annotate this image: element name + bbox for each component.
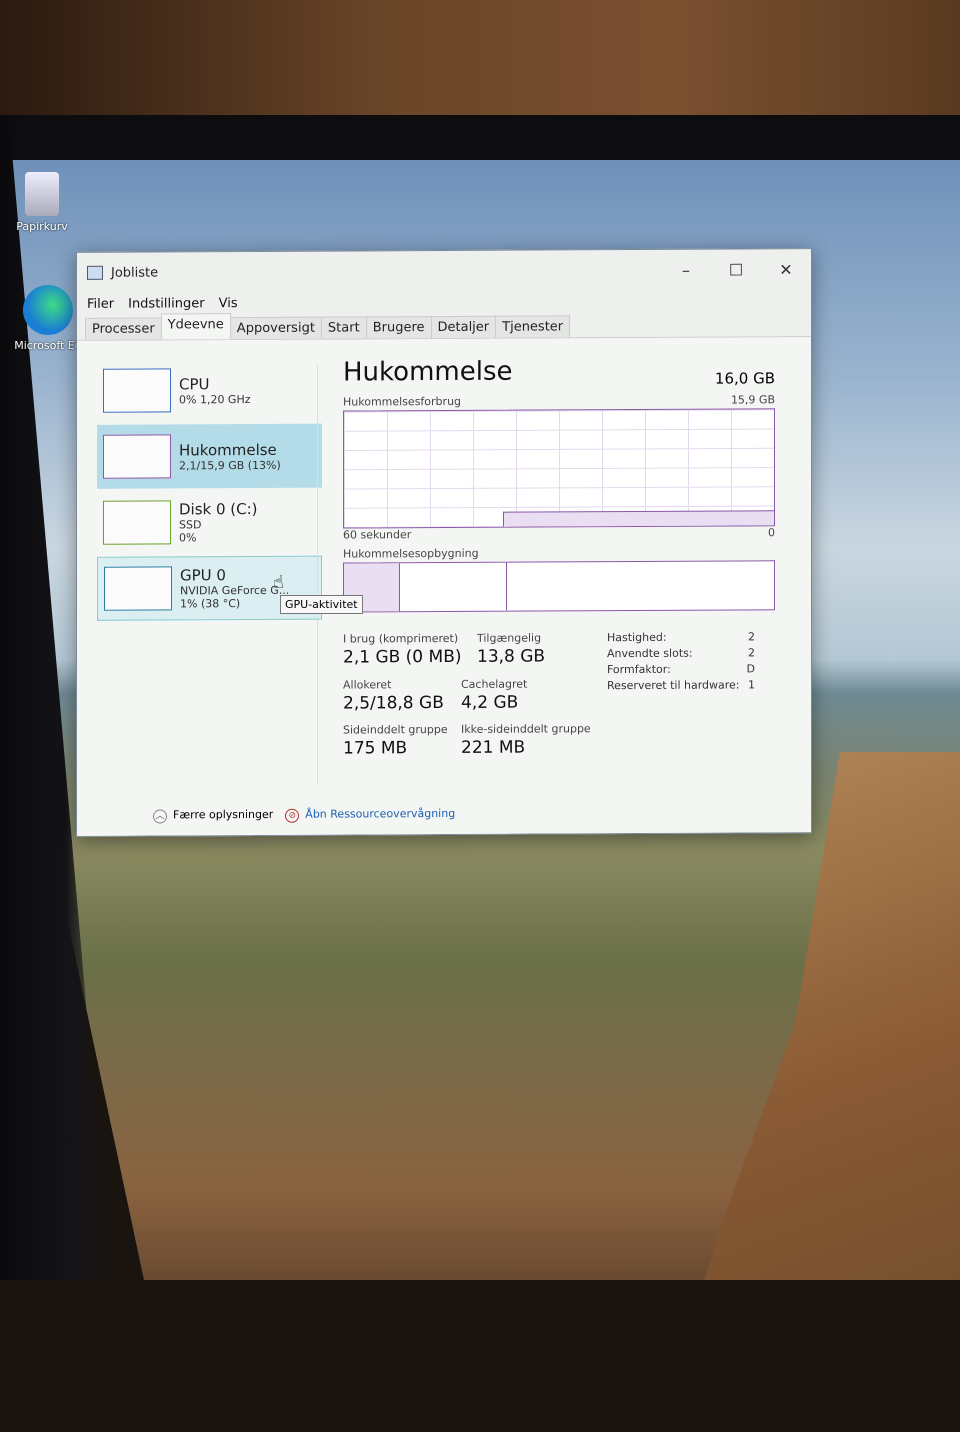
- desktop-icon-label: Papirkurv: [16, 220, 68, 233]
- window-title: Jobliste: [111, 264, 159, 281]
- desktop-icon-edge[interactable]: Microsoft Ed: [10, 285, 86, 352]
- menu-vis[interactable]: Vis: [219, 296, 238, 311]
- task-manager-window: Jobliste – ☐ ✕ Filer Indstillinger Vis Pro…: [76, 248, 812, 837]
- sidebar-item-disk[interactable]: Disk 0 (C:) SSD 0%: [97, 490, 322, 555]
- memory-total: 16,0 GB: [714, 369, 775, 388]
- fewer-details-button[interactable]: ︿ Færre oplysninger: [153, 808, 273, 824]
- desktop-icon-recycle-bin[interactable]: Papirkurv: [10, 172, 74, 233]
- memory-usage-fill: [503, 510, 774, 527]
- hand-cursor-icon: ☝: [273, 572, 284, 593]
- tab-bar: Processer Ydeevne Appoversigt Start Brug…: [77, 311, 811, 341]
- stat-value: 2,1 GB (0 MB): [343, 646, 462, 668]
- sidebar-item-title: CPU: [179, 374, 210, 393]
- tab-brugere[interactable]: Brugere: [365, 316, 432, 339]
- edge-icon: [23, 285, 73, 335]
- menu-indstillinger[interactable]: Indstillinger: [128, 296, 204, 311]
- stat-value: 13,8 GB: [477, 646, 546, 667]
- info-value: 2: [748, 646, 755, 660]
- tab-start[interactable]: Start: [320, 316, 367, 339]
- memory-composition-bar: [343, 560, 775, 613]
- time-axis-label: 60 sekunder: [343, 528, 412, 542]
- stat-value: 175 MB: [343, 738, 408, 759]
- info-value: 2: [748, 630, 755, 644]
- resource-sidebar: CPU 0% 1,20 GHz Hukommelse 2,1/15,9 GB (13…: [97, 358, 322, 623]
- composition-label: Hukommelsesopbygning: [343, 546, 479, 561]
- composition-free: [507, 561, 774, 610]
- title-bar: Jobliste – ☐ ✕: [77, 249, 811, 293]
- usage-graph-label: Hukommelsesforbrug: [343, 394, 462, 409]
- disk-thumbnail-graph: [103, 500, 171, 545]
- info-key: Hastighed:: [607, 630, 667, 645]
- performance-panel: CPU 0% 1,20 GHz Hukommelse 2,1/15,9 GB (13…: [77, 337, 811, 836]
- tab-ydeevne[interactable]: Ydeevne: [160, 313, 231, 340]
- stat-label: Cachelagret: [461, 677, 528, 691]
- fewer-details-label: Færre oplysninger: [173, 807, 274, 822]
- stat-value: 2,5/18,8 GB: [343, 693, 444, 714]
- composition-cached: [399, 562, 508, 612]
- task-manager-icon: [87, 265, 103, 280]
- monitor-bezel: [0, 115, 960, 160]
- wall-background: [0, 0, 960, 125]
- footer: ︿ Færre oplysninger ⊘ Åbn Ressourceovervåg…: [153, 807, 455, 824]
- menu-filer[interactable]: Filer: [87, 296, 114, 311]
- info-value: 1: [748, 678, 755, 692]
- sidebar-item-sub: SSD: [179, 518, 202, 532]
- stat-label: I brug (komprimeret): [343, 631, 459, 646]
- stat-label: Allokeret: [343, 678, 392, 692]
- memory-detail: Hukommelse 16,0 GB Hukommelsesforbrug 15,…: [343, 355, 775, 772]
- sidebar-item-sub2: 1% (38 °C): [180, 597, 241, 611]
- chevron-up-icon: ︿: [153, 809, 167, 824]
- wallpaper-cliff: [660, 752, 960, 1280]
- recycle-bin-icon: [25, 172, 59, 216]
- info-value: D: [746, 662, 755, 676]
- usage-graph-max: 15,9 GB: [730, 393, 775, 407]
- sidebar-item-title: Hukommelse: [179, 440, 277, 459]
- panel-divider: [317, 364, 318, 785]
- resource-monitor-label: Åbn Ressourceovervågning: [305, 806, 456, 821]
- info-key: Anvendte slots:: [607, 646, 693, 661]
- close-button[interactable]: ✕: [761, 260, 811, 279]
- tab-appoversigt[interactable]: Appoversigt: [229, 316, 322, 340]
- memory-stats: I brug (komprimeret) 2,1 GB (0 MB) Tilgæn…: [343, 630, 775, 772]
- open-resource-monitor-link[interactable]: ⊘ Åbn Ressourceovervågning: [285, 807, 455, 823]
- sidebar-item-title: Disk 0 (C:): [179, 499, 258, 519]
- memory-usage-graph: [343, 408, 775, 529]
- gpu-thumbnail-graph: [104, 566, 172, 611]
- sidebar-item-sub2: 0%: [179, 531, 197, 545]
- sidebar-item-cpu[interactable]: CPU 0% 1,20 GHz: [97, 358, 322, 423]
- cpu-thumbnail-graph: [103, 368, 171, 413]
- memory-hardware-info: Hastighed: 2 Anvendte slots: 2 Formfaktor:…: [607, 630, 755, 695]
- resource-monitor-icon: ⊘: [285, 808, 300, 823]
- graph-zero-label: 0: [768, 526, 775, 540]
- page-title: Hukommelse: [343, 356, 513, 388]
- desktop-icon-label: Microsoft Ed: [14, 339, 82, 352]
- tab-processer[interactable]: Processer: [85, 317, 162, 340]
- maximize-button[interactable]: ☐: [711, 260, 761, 279]
- stat-label: Sideinddelt gruppe: [343, 722, 448, 737]
- tooltip: GPU-aktivitet: [280, 595, 363, 614]
- stat-value: 221 MB: [461, 737, 526, 758]
- info-key: Formfaktor:: [607, 662, 671, 677]
- stat-label: Tilgængelig: [477, 631, 542, 645]
- tab-detaljer[interactable]: Detaljer: [430, 315, 497, 339]
- sidebar-item-memory[interactable]: Hukommelse 2,1/15,9 GB (13%): [97, 423, 322, 489]
- minimize-button[interactable]: –: [661, 260, 711, 279]
- sidebar-item-sub: 2,1/15,9 GB (13%): [179, 458, 281, 472]
- sidebar-item-sub: 0% 1,20 GHz: [179, 392, 251, 406]
- info-key: Reserveret til hardware:: [607, 678, 740, 693]
- tab-tjenester[interactable]: Tjenester: [495, 315, 571, 338]
- stat-label: Ikke-sideinddelt gruppe: [461, 722, 591, 736]
- stat-value: 4,2 GB: [461, 692, 519, 713]
- memory-thumbnail-graph: [103, 434, 171, 479]
